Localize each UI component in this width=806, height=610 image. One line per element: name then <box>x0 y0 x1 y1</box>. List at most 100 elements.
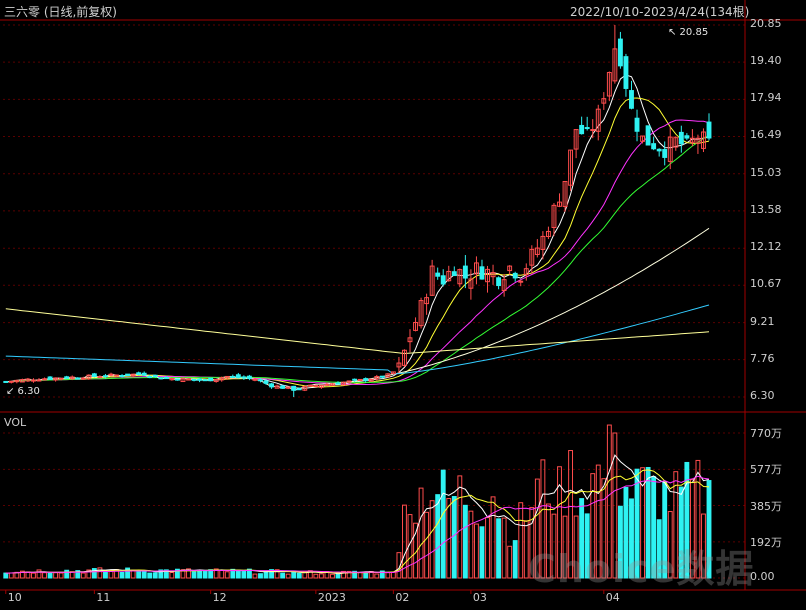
candle-body <box>174 378 180 381</box>
ma20-line <box>5 119 710 386</box>
candle-body <box>706 121 712 139</box>
price-tick-label: 7.76 <box>750 351 775 365</box>
volume-bar <box>518 502 524 579</box>
price-tick-label: 9.21 <box>750 314 775 328</box>
volume-bar <box>496 518 502 579</box>
volume-bar <box>280 572 286 579</box>
price-tick-label: 16.49 <box>750 128 782 142</box>
candle-body <box>119 375 125 378</box>
volume-bar <box>136 571 142 579</box>
candle-body <box>8 380 14 383</box>
candle-body <box>590 129 596 132</box>
volume-bar <box>457 475 463 579</box>
volume-tick-label: 192万 <box>750 535 782 549</box>
volume-bar <box>507 545 513 579</box>
candle-body <box>197 378 203 381</box>
candle-body <box>31 379 36 382</box>
candle-body <box>335 382 341 385</box>
candle-body <box>296 388 302 391</box>
volume-bar <box>169 572 175 579</box>
volume-bar <box>219 569 225 579</box>
date-tick-label: 04 <box>605 591 620 604</box>
price-tick-label: 12.12 <box>750 240 782 254</box>
volume-bar <box>80 572 86 579</box>
candle-body <box>235 374 241 379</box>
candle-body <box>58 377 64 380</box>
candle-body <box>141 372 147 376</box>
candle-body <box>202 379 208 382</box>
candle-body <box>252 378 258 381</box>
candle-body <box>291 385 297 391</box>
volume-bar <box>224 571 230 579</box>
volume-bar <box>285 573 291 579</box>
candle-body <box>97 376 103 379</box>
candle-body <box>645 125 651 146</box>
ma5-line <box>5 74 710 389</box>
candle-body <box>307 384 313 387</box>
candle-body <box>584 127 590 130</box>
volume-bar <box>479 526 485 579</box>
date-tick-label: 10 <box>7 591 22 604</box>
volume-bar <box>91 568 97 579</box>
candle-body <box>147 375 153 378</box>
chart-stage: 三六零 (日线,前复权) 2022/10/10-2023/4/24(134根) … <box>0 0 806 606</box>
volume-bar <box>490 496 496 579</box>
volume-bar <box>191 571 197 579</box>
volume-bar <box>258 573 263 579</box>
candle-body <box>163 377 169 380</box>
candle-body <box>579 124 585 135</box>
ma30-line <box>5 134 710 384</box>
candle-body <box>258 379 263 382</box>
candle-body <box>103 375 108 378</box>
kline-chart-svg <box>0 0 806 594</box>
volume-bar <box>318 573 324 579</box>
volume-bar <box>3 572 9 579</box>
volume-bar <box>418 487 424 579</box>
candle-body <box>440 275 446 285</box>
volume-bar <box>440 469 446 579</box>
moving-average-layer <box>5 74 710 391</box>
volume-pane-label: VOL <box>4 416 27 429</box>
volume-bar <box>64 569 70 579</box>
candle-body <box>186 378 191 381</box>
volume-bar <box>424 511 430 579</box>
candle-body <box>313 385 319 388</box>
candle-body <box>263 380 269 384</box>
volume-bar <box>42 572 47 579</box>
price-tick-label: 19.40 <box>750 54 782 68</box>
candle-body <box>152 374 158 377</box>
volume-bar <box>197 569 203 579</box>
volume-bar <box>119 572 125 579</box>
volume-bar <box>512 540 518 579</box>
volume-bar <box>47 572 53 579</box>
volume-bar <box>335 573 341 579</box>
candle-body <box>512 272 518 279</box>
candle-body <box>114 374 119 377</box>
date-range-label: 2022/10/10-2023/4/24(134根) <box>570 5 750 19</box>
volume-bar <box>25 571 31 579</box>
candle-body <box>479 266 485 280</box>
price-tick-label: 15.03 <box>750 165 782 179</box>
candle-body <box>136 372 142 375</box>
price-tick-label: 10.67 <box>750 277 782 291</box>
candle-body <box>684 135 690 139</box>
volume-bar <box>125 567 131 579</box>
volume-bar <box>202 570 208 579</box>
volume-bar <box>330 573 335 579</box>
candle-body <box>91 373 97 377</box>
price-tick-label: 6.30 <box>750 389 775 402</box>
candle-body <box>451 271 457 277</box>
volume-bar <box>474 523 479 579</box>
candle-body <box>208 377 214 382</box>
volume-bar <box>241 569 247 579</box>
max-price-annotation: ↖ 20.85 <box>668 27 709 38</box>
volume-bar <box>97 567 103 579</box>
volume-bar <box>36 569 42 579</box>
volume-bar <box>235 569 241 579</box>
volume-bar <box>385 572 391 579</box>
candle-body <box>518 280 524 283</box>
candle-body <box>64 376 70 379</box>
candle-body <box>435 272 441 277</box>
volume-bar <box>103 570 108 579</box>
volume-tick-label: 770万 <box>750 427 782 440</box>
